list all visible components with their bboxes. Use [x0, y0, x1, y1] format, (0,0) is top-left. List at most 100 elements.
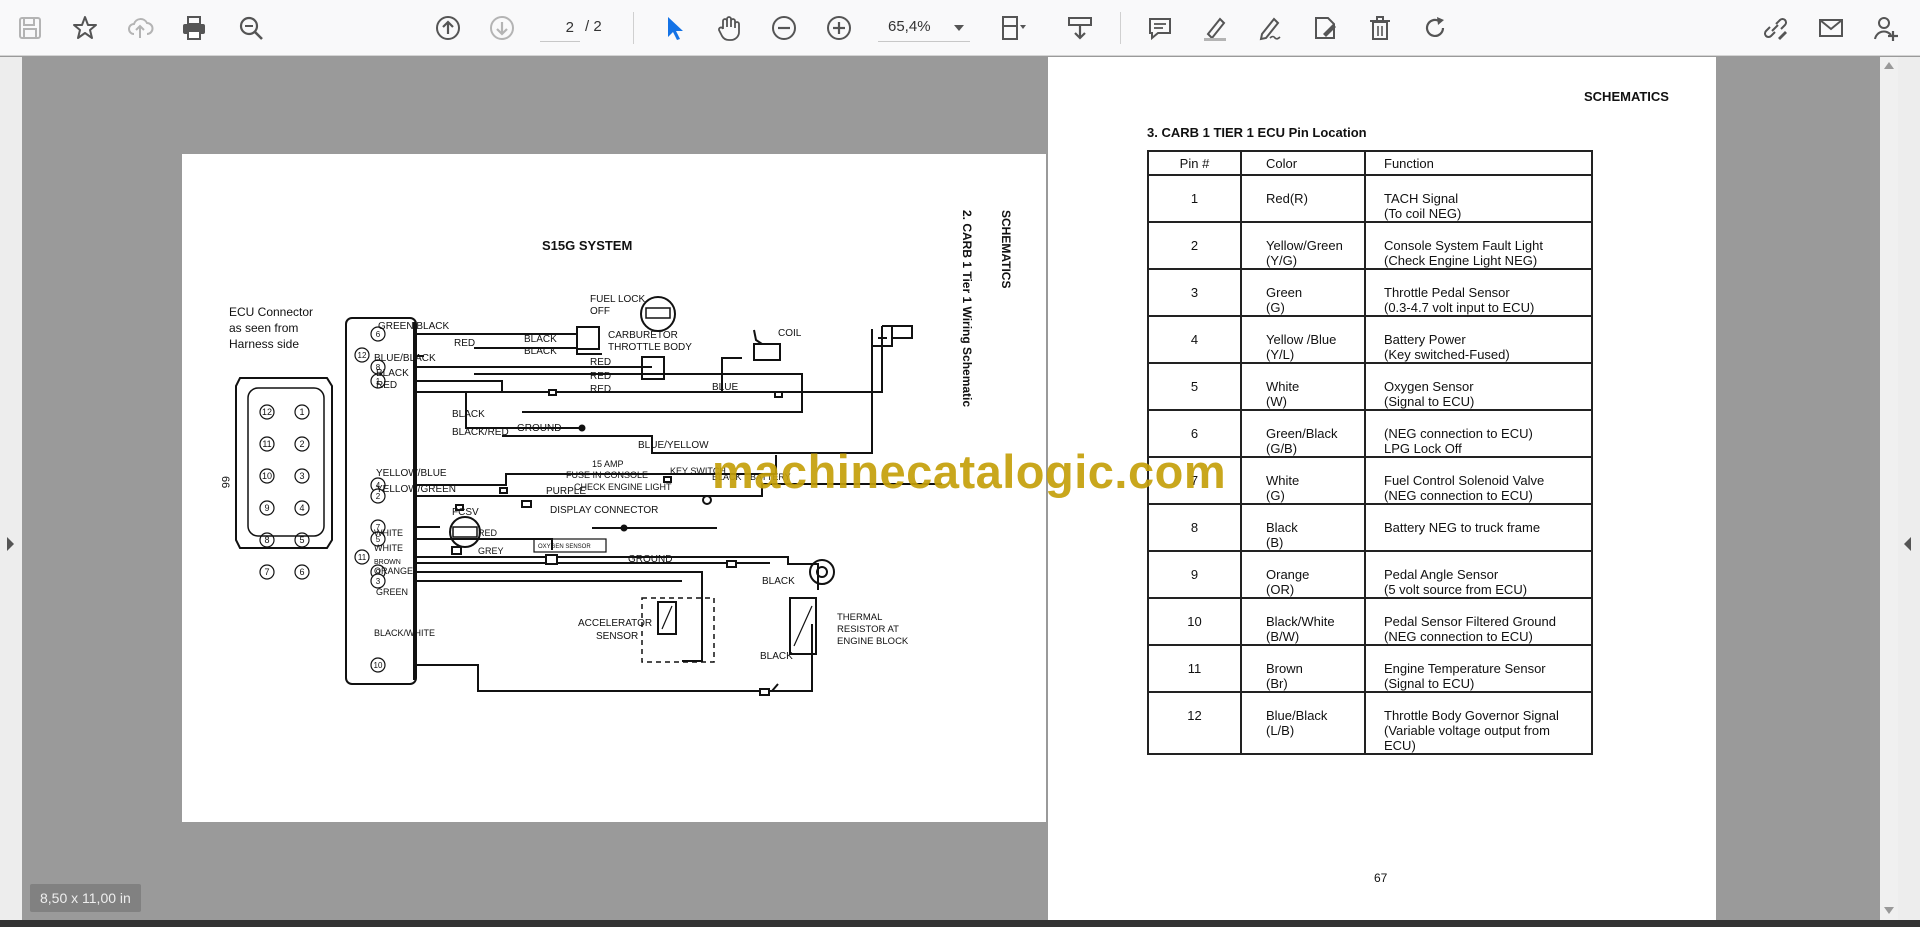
table-row: 4 Yellow /Blue (Y/L) Battery Power (Key swit…: [1147, 315, 1593, 364]
ecu-connector-label: as seen from: [229, 321, 298, 335]
function-cell-line: Pedal Angle Sensor: [1384, 567, 1499, 582]
wire-label: WHITE: [374, 543, 403, 553]
function-cell-line: (NEG connection to ECU): [1384, 488, 1533, 503]
zoom-out-icon[interactable]: [766, 10, 802, 46]
fit-page-icon[interactable]: [994, 10, 1030, 46]
wire-label: RED: [454, 338, 475, 349]
cursor-icon[interactable]: [656, 10, 692, 46]
connector-pin-number: 4: [299, 503, 304, 513]
connector-pin-number: 3: [299, 471, 304, 481]
pin-cell-line: 11: [1187, 661, 1202, 676]
table-row: 5 White (W) Oxygen Sensor (Signal to ECU): [1147, 362, 1593, 411]
wire-label: RED: [376, 380, 397, 391]
wire-label: GROUND: [517, 423, 561, 434]
highlighter-icon[interactable]: [1197, 10, 1233, 46]
function-cell-line: (Signal to ECU): [1384, 394, 1475, 409]
save-icon[interactable]: [12, 10, 48, 46]
wire-label: RED: [590, 357, 611, 368]
pin-cell-line: 1: [1190, 191, 1199, 206]
function-cell-line: (Variable voltage output from ECU): [1384, 723, 1550, 753]
connector-pin-number: 6: [299, 567, 304, 577]
color-cell-line: (G/B): [1266, 441, 1298, 456]
page-number: 67: [1374, 871, 1388, 885]
color-cell-line: Black: [1266, 520, 1298, 535]
harness-pin-number: 3: [376, 577, 381, 586]
oxygen-sensor-plug: [545, 554, 558, 565]
accelerator-sensor-housing: [641, 597, 715, 663]
stamp-icon[interactable]: [1307, 10, 1343, 46]
sign-pen-icon[interactable]: [1252, 10, 1288, 46]
color-cell: Yellow/Green (Y/G): [1240, 221, 1366, 270]
function-cell-line: Throttle Body Governor Signal: [1384, 708, 1559, 723]
connector-pin-number: 9: [264, 503, 269, 513]
zoom-in-icon[interactable]: [821, 10, 857, 46]
function-cell-line: Fuel Control Solenoid Valve: [1384, 473, 1545, 488]
delete-icon[interactable]: [1362, 10, 1398, 46]
component-label: CARBURETOR: [608, 330, 678, 341]
function-cell-line: Console System Fault Light: [1384, 238, 1543, 253]
color-cell: Blue/Black (L/B): [1240, 691, 1366, 755]
user-add-icon[interactable]: [1868, 10, 1904, 46]
function-cell-line: (Key switched-Fused): [1384, 347, 1510, 362]
link-edit-icon[interactable]: [1757, 10, 1793, 46]
color-cell: Green (G): [1240, 268, 1366, 317]
table-row: 8 Black (B) Battery NEG to truck frame: [1147, 503, 1593, 552]
zoom-level-dropdown[interactable]: 65,4%: [878, 14, 970, 42]
left-pane-toggle[interactable]: [0, 57, 22, 920]
color-cell-line: (G): [1266, 300, 1285, 315]
wire-label: WHITE: [374, 528, 403, 538]
cloud-upload-icon[interactable]: [122, 10, 158, 46]
toolbar-divider: [1120, 12, 1121, 44]
arrow-up-circle-icon[interactable]: [430, 10, 466, 46]
color-cell-line: (Y/L): [1266, 347, 1295, 362]
page-total: / 2: [585, 18, 602, 35]
component-label: CHECK ENGINE LIGHT: [574, 482, 672, 492]
color-cell-line: (Y/G): [1266, 253, 1298, 268]
comment-icon[interactable]: [1142, 10, 1178, 46]
hand-icon[interactable]: [711, 10, 747, 46]
function-cell: Fuel Control Solenoid Valve (NEG connecti…: [1364, 456, 1593, 505]
mail-icon[interactable]: [1813, 10, 1849, 46]
arrow-down-circle-icon[interactable]: [484, 10, 520, 46]
scroll-mode-icon[interactable]: [1062, 10, 1098, 46]
table-row: 10 Black/White (B/W) Pedal Sensor Filtered …: [1147, 597, 1593, 646]
pin-cell-line: 3: [1190, 285, 1199, 300]
connector-pin-number: 7: [264, 567, 269, 577]
rotate-icon[interactable]: [1417, 10, 1453, 46]
pin-cell-line: 6: [1190, 426, 1199, 441]
harness-pin-number: 11: [358, 553, 367, 562]
color-cell: Orange (OR): [1240, 550, 1366, 599]
search-zoom-icon[interactable]: [233, 10, 269, 46]
column-header-color: Color: [1240, 150, 1366, 176]
color-cell-line: Yellow /Blue: [1266, 332, 1337, 347]
page-number-input[interactable]: [540, 14, 580, 42]
pin-cell: 1: [1147, 174, 1242, 223]
color-cell: White (G): [1240, 456, 1366, 505]
function-cell-line: TACH Signal: [1384, 191, 1459, 206]
print-icon[interactable]: [176, 10, 212, 46]
bookmark-star-icon[interactable]: [67, 10, 103, 46]
scroll-down-arrow-icon: [1884, 907, 1894, 914]
function-cell-line: (NEG connection to ECU): [1384, 629, 1533, 644]
connector-pin-number: 11: [262, 439, 271, 449]
component-label: SENSOR: [596, 631, 638, 642]
color-cell-line: Orange: [1266, 567, 1310, 582]
chevron-right-icon: [7, 537, 14, 551]
table-row: 12 Blue/Black (L/B) Throttle Body Governor …: [1147, 691, 1593, 755]
chevron-left-icon: [1904, 537, 1911, 551]
wire-label: YELLOW/BLUE: [376, 468, 447, 479]
component-label: ENGINE BLOCK: [837, 636, 909, 647]
wire-label: GROUND: [628, 554, 672, 565]
pin-cell: 4: [1147, 315, 1242, 364]
ecu-connector-inner: [247, 387, 325, 537]
ecu-connector-label: Harness side: [229, 337, 299, 351]
page-size-indicator: 8,50 x 11,00 in: [30, 884, 141, 912]
component-label: THROTTLE BODY: [608, 342, 692, 353]
vertical-scrollbar[interactable]: [1880, 57, 1898, 920]
wire-label: RED: [590, 371, 611, 382]
color-cell: Yellow /Blue (Y/L): [1240, 315, 1366, 364]
color-cell-line: (Br): [1266, 676, 1288, 691]
component-label: OFF: [590, 306, 610, 317]
function-cell-line: Battery NEG to truck frame: [1384, 520, 1541, 535]
section-header-vertical: SCHEMATICS: [999, 210, 1013, 288]
